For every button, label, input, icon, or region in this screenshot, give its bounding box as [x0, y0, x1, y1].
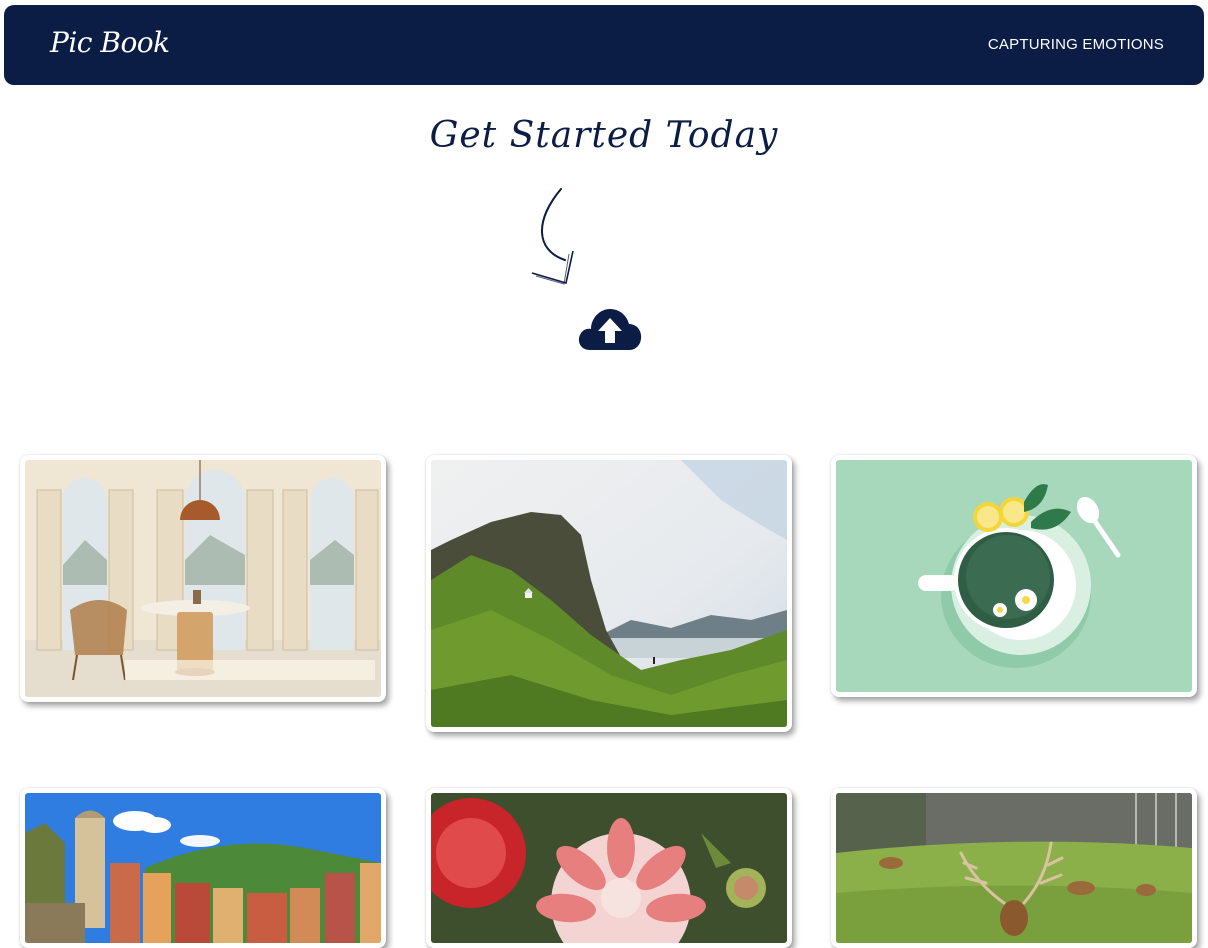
interior-room-photo — [25, 460, 381, 697]
curved-arrow-down-icon — [531, 188, 574, 285]
navbar: Pic Book CAPTURING EMOTIONS — [4, 5, 1204, 85]
gallery-card-cliff[interactable] — [426, 455, 792, 732]
gallery-card-interior[interactable] — [20, 455, 386, 702]
gallery-card-village[interactable] — [20, 788, 386, 948]
gallery-card-deer[interactable] — [831, 788, 1197, 948]
hero-title: Get Started Today — [429, 115, 779, 156]
coastal-village-photo — [25, 793, 381, 943]
logo[interactable]: Pic Book — [50, 27, 170, 59]
gallery-card-tea[interactable] — [831, 455, 1197, 697]
dahlia-flower-photo — [431, 793, 787, 943]
tagline: CAPTURING EMOTIONS — [987, 36, 1164, 53]
green-cliff-landscape-photo — [431, 460, 787, 727]
cloud-upload-icon[interactable] — [576, 302, 644, 354]
gallery-card-dahlia[interactable] — [426, 788, 792, 948]
green-tea-illustration — [836, 460, 1192, 692]
deer-meadow-photo — [836, 793, 1192, 943]
